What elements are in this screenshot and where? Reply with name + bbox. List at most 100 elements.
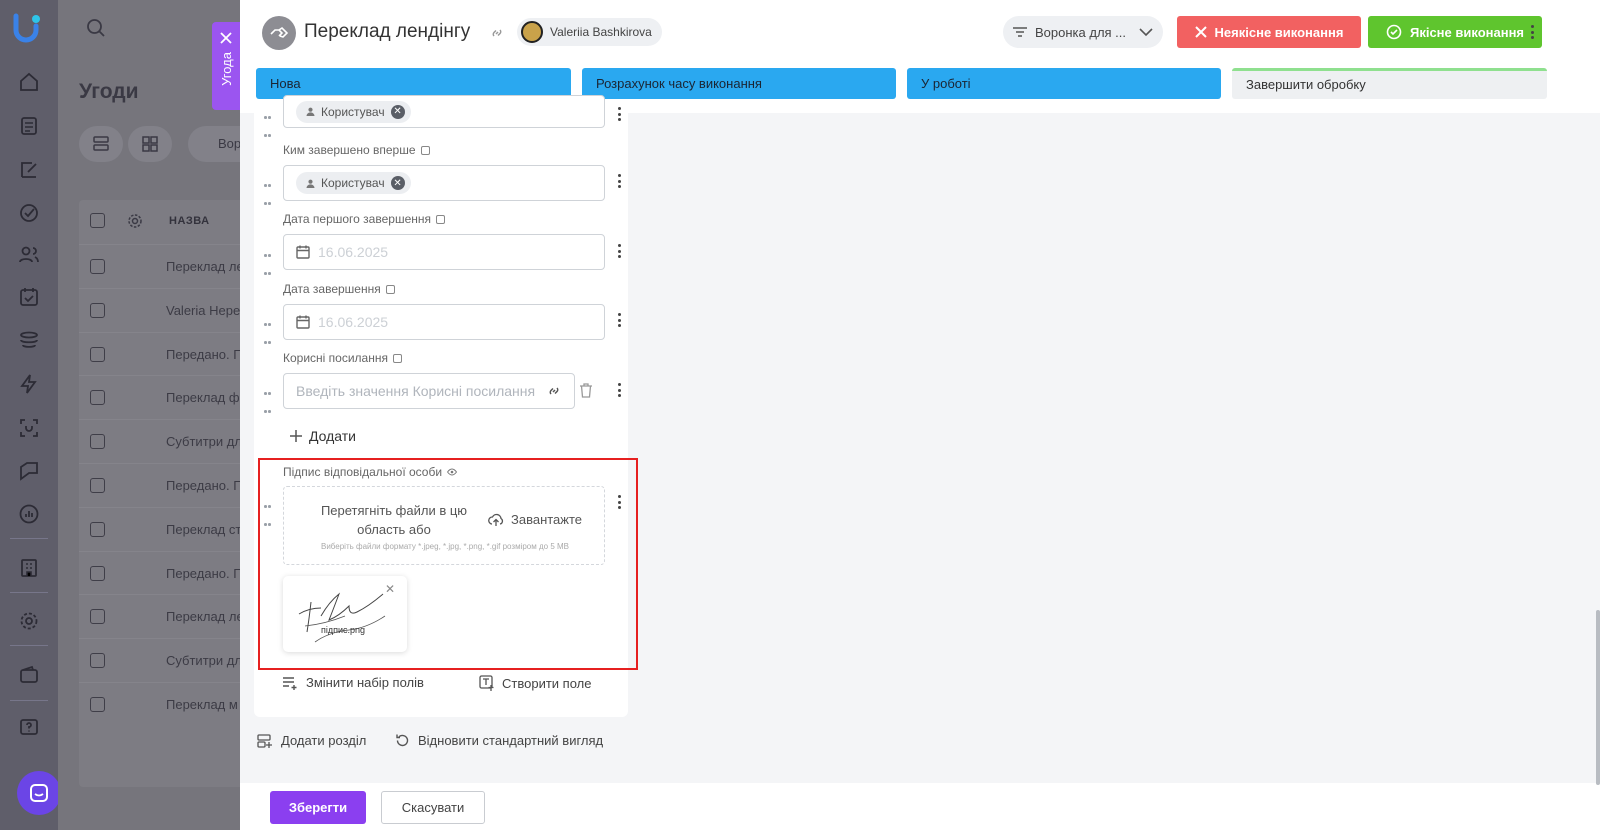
upload-cloud-icon (488, 513, 504, 526)
deal-side-tab[interactable]: Угода (212, 22, 240, 110)
first-completion-date-field[interactable]: 16.06.2025 (283, 234, 605, 270)
view-grid-button (128, 126, 172, 162)
select-all-checkbox (90, 213, 105, 228)
add-section-button[interactable]: Додати розділ (257, 733, 366, 748)
help-icon[interactable] (17, 716, 41, 740)
app-logo-icon[interactable] (12, 12, 44, 44)
quality-button[interactable]: Якісне виконання (1368, 16, 1542, 48)
drag-handle-icon[interactable] (264, 175, 274, 211)
deal-panel: Переклад лендінгу Valeriia Bashkirova Во… (240, 0, 1600, 830)
stage-finish[interactable]: Завершити обробку (1232, 68, 1547, 99)
uploaded-file-thumbnail[interactable]: ✕ підпис.png (283, 576, 407, 652)
create-field-button[interactable]: Створити поле (479, 675, 591, 691)
link-icon[interactable] (546, 383, 562, 399)
trash-icon[interactable] (579, 383, 593, 398)
row-checkbox (90, 565, 105, 581)
feedback-icon[interactable] (17, 459, 41, 483)
lightning-icon[interactable] (17, 372, 41, 396)
form-actions-bar: Зберегти Скасувати (240, 783, 1600, 830)
home-icon[interactable] (17, 70, 41, 94)
field-menu-icon[interactable] (618, 174, 622, 191)
users-icon[interactable] (17, 243, 41, 267)
analytics-icon[interactable] (17, 502, 41, 526)
drag-handle-icon[interactable] (264, 245, 274, 281)
field-menu-icon[interactable] (618, 244, 622, 261)
stage-time-estimate[interactable]: Розрахунок часу виконання (582, 68, 896, 99)
drag-handle-icon[interactable] (264, 383, 274, 419)
restore-icon (396, 734, 409, 747)
remove-file-icon[interactable]: ✕ (385, 582, 395, 596)
deal-title[interactable]: Переклад лендінгу (304, 21, 470, 43)
view-list-button (79, 126, 123, 162)
assignee-chip[interactable]: Valeriia Bashkirova (517, 18, 662, 46)
completed-first-by-field[interactable]: Користувач ✕ (283, 165, 605, 201)
add-value-button[interactable]: Додати (290, 428, 356, 444)
field-menu-icon[interactable] (618, 313, 622, 330)
funnel-select-value: Воронка для ... (1035, 24, 1127, 40)
row-title: Переклад ле (166, 609, 244, 625)
assignee-avatar (521, 21, 543, 43)
gear-icon[interactable] (17, 609, 41, 633)
row-title: Передано. П (166, 565, 243, 581)
page-title: Угоди (79, 80, 139, 103)
add-value-label: Додати (309, 428, 356, 444)
assignee-name: Valeriia Bashkirova (550, 25, 652, 39)
field-menu-icon[interactable] (618, 107, 622, 124)
search-icon (87, 19, 105, 37)
close-icon[interactable] (220, 32, 232, 44)
text-field-add-icon (479, 675, 494, 691)
edit-document-icon[interactable] (17, 158, 41, 182)
remove-chip-icon[interactable]: ✕ (390, 176, 405, 190)
drag-handle-icon[interactable] (264, 496, 274, 532)
useful-links-placeholder: Введіть значення Корисні посилання (296, 383, 536, 399)
upload-button[interactable]: Завантажте (488, 512, 582, 527)
drop-zone-text: Перетягніть файли в цю область або (320, 503, 468, 537)
remove-chip-icon[interactable]: ✕ (390, 104, 405, 119)
nav-separator (10, 645, 48, 646)
create-field-label: Створити поле (502, 675, 592, 691)
stage-in-progress[interactable]: У роботі (907, 68, 1221, 99)
building-icon[interactable] (17, 556, 41, 580)
funnel-select[interactable]: Воронка для ... (1003, 16, 1163, 48)
chat-button[interactable] (17, 771, 61, 815)
row-title: Переклад ф (166, 390, 240, 406)
file-name: підпис.png (321, 625, 366, 635)
app-sidebar (0, 0, 61, 830)
funnel-stack-icon[interactable] (17, 329, 41, 353)
calendar-check-icon[interactable] (17, 285, 41, 309)
date-value: 16.06.2025 (318, 314, 389, 330)
link-icon[interactable] (489, 25, 505, 41)
more-menu-icon[interactable] (1531, 25, 1535, 42)
field-label: Ким завершено вперше (283, 143, 430, 157)
quality-label: Якісне виконання (1409, 24, 1525, 40)
check-circle-icon[interactable] (17, 201, 41, 225)
info-icon (385, 284, 395, 294)
poor-quality-button[interactable]: Неякісне виконання (1177, 16, 1361, 48)
document-list-icon[interactable] (17, 114, 41, 138)
user-field-top[interactable]: Користувач ✕ (283, 95, 605, 128)
completion-date-field[interactable]: 16.06.2025 (283, 304, 605, 340)
field-menu-icon[interactable] (618, 495, 622, 512)
calendar-icon (296, 245, 310, 259)
field-menu-icon[interactable] (618, 383, 622, 400)
row-checkbox (90, 609, 105, 625)
row-title: Субтитри дл (166, 653, 242, 669)
chevron-down-icon (1139, 28, 1153, 37)
useful-links-input[interactable]: Введіть значення Корисні посилання (283, 373, 575, 409)
file-drop-zone[interactable]: Перетягніть файли в цю область або Заван… (283, 486, 605, 565)
drag-handle-icon[interactable] (264, 314, 274, 350)
row-checkbox (90, 434, 105, 450)
chat-icon (30, 784, 48, 802)
side-tab-label: Угода (218, 52, 234, 86)
scrollbar[interactable] (1596, 610, 1600, 785)
handshake-icon (270, 26, 289, 38)
deal-avatar (262, 16, 296, 50)
restore-default-view-button[interactable]: Відновити стандартний вигляд (395, 733, 603, 748)
save-button[interactable]: Зберегти (270, 791, 366, 824)
drag-handle-icon[interactable] (264, 107, 274, 143)
wallet-icon[interactable] (17, 663, 41, 687)
row-checkbox (90, 259, 105, 274)
change-fields-button[interactable]: Змінити набір полів (283, 675, 424, 690)
scan-user-icon[interactable] (17, 416, 41, 440)
cancel-button[interactable]: Скасувати (381, 791, 485, 824)
